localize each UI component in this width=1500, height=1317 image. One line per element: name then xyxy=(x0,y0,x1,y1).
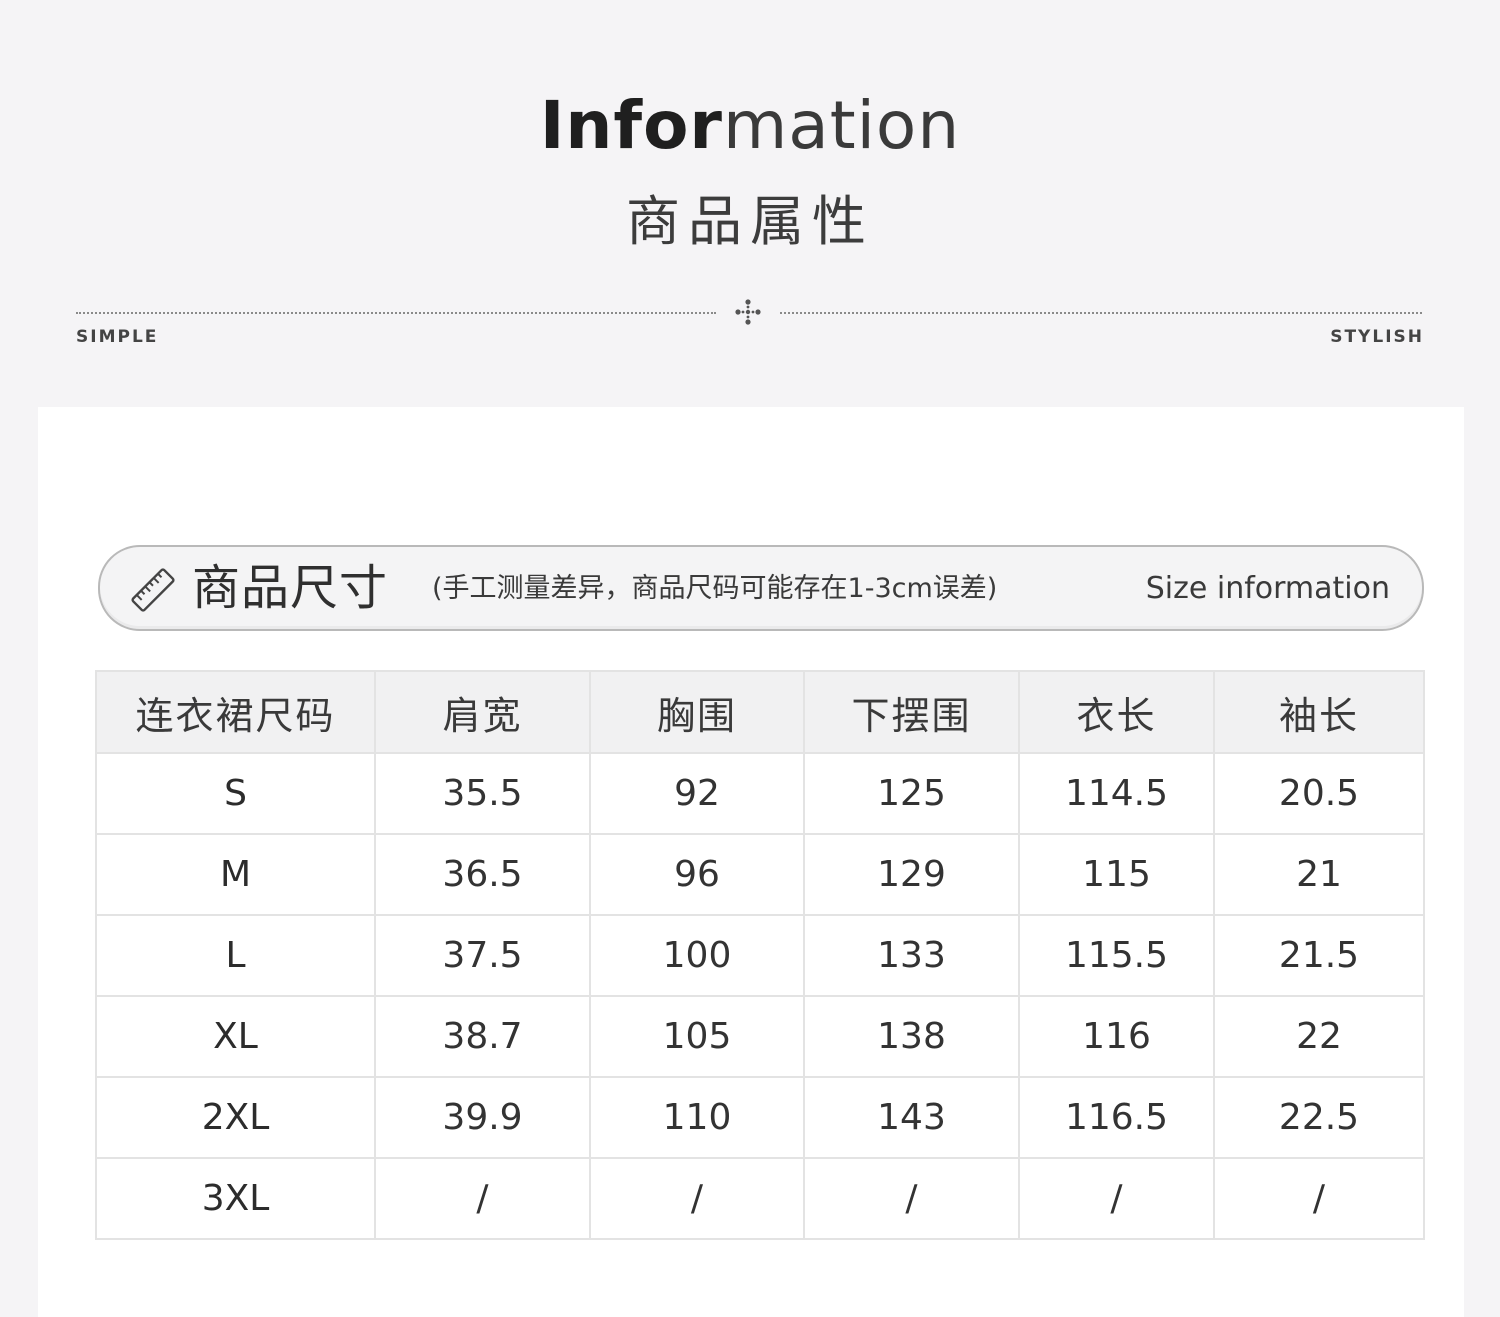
ruler-icon xyxy=(131,568,175,612)
page-title-en-light: mation xyxy=(722,87,961,164)
table-cell: / xyxy=(803,1157,1020,1240)
label-stylish: STYLISH xyxy=(1330,327,1424,347)
table-cell: S xyxy=(95,752,376,835)
table-cell: 35.5 xyxy=(374,752,591,835)
table-cell: 100 xyxy=(589,914,805,997)
table-cell: 133 xyxy=(803,914,1020,997)
divider-left xyxy=(76,312,716,314)
size-info-banner: 商品尺寸 (手工测量差异，商品尺码可能存在1-3cm误差) Size infor… xyxy=(98,545,1424,631)
table-row: M 36.5 96 129 115 21 xyxy=(95,833,1425,916)
banner-note: (手工测量差异，商品尺码可能存在1-3cm误差) xyxy=(432,573,998,604)
table-cell: / xyxy=(589,1157,805,1240)
table-cell: 21 xyxy=(1213,833,1425,916)
table-cell: 105 xyxy=(589,995,805,1078)
table-cell: 22.5 xyxy=(1213,1076,1425,1159)
header-length: 衣长 xyxy=(1018,670,1215,754)
table-row: 2XL 39.9 110 143 116.5 22.5 xyxy=(95,1076,1425,1159)
table-row: L 37.5 100 133 115.5 21.5 xyxy=(95,914,1425,997)
table-cell: 116.5 xyxy=(1018,1076,1215,1159)
size-table: 连衣裙尺码 肩宽 胸围 下摆围 衣长 袖长 S 35.5 92 125 114.… xyxy=(95,670,1425,1240)
table-cell: 129 xyxy=(803,833,1020,916)
header-size: 连衣裙尺码 xyxy=(95,670,376,754)
header-sleeve: 袖长 xyxy=(1213,670,1425,754)
table-cell: 125 xyxy=(803,752,1020,835)
table-cell: M xyxy=(95,833,376,916)
table-cell: 115.5 xyxy=(1018,914,1215,997)
table-cell: / xyxy=(1018,1157,1215,1240)
table-cell: / xyxy=(1213,1157,1425,1240)
table-row: S 35.5 92 125 114.5 20.5 xyxy=(95,752,1425,835)
table-cell: 2XL xyxy=(95,1076,376,1159)
table-cell: L xyxy=(95,914,376,997)
table-cell: 115 xyxy=(1018,833,1215,916)
table-cell: 36.5 xyxy=(374,833,591,916)
table-cell: 116 xyxy=(1018,995,1215,1078)
table-row: 3XL / / / / / xyxy=(95,1157,1425,1240)
banner-title: 商品尺寸 xyxy=(192,560,389,616)
table-cell: XL xyxy=(95,995,376,1078)
table-cell: 37.5 xyxy=(374,914,591,997)
banner-title-en: Size information xyxy=(1145,571,1390,606)
header-shoulder: 肩宽 xyxy=(374,670,591,754)
table-cell: 92 xyxy=(589,752,805,835)
header-hem: 下摆围 xyxy=(803,670,1020,754)
label-simple: SIMPLE xyxy=(76,327,159,347)
table-cell: 21.5 xyxy=(1213,914,1425,997)
table-row: XL 38.7 105 138 116 22 xyxy=(95,995,1425,1078)
table-cell: 110 xyxy=(589,1076,805,1159)
page-title-en: Information xyxy=(0,86,1500,166)
table-cell: 96 xyxy=(589,833,805,916)
table-cell: 38.7 xyxy=(374,995,591,1078)
table-cell: 3XL xyxy=(95,1157,376,1240)
table-cell: 138 xyxy=(803,995,1020,1078)
divider-right xyxy=(780,312,1422,314)
table-cell: 39.9 xyxy=(374,1076,591,1159)
page-title-en-bold: Infor xyxy=(539,87,723,164)
table-cell: 143 xyxy=(803,1076,1020,1159)
four-dot-diamond-icon xyxy=(735,299,761,325)
header-bust: 胸围 xyxy=(589,670,805,754)
page-title-cn: 商品属性 xyxy=(626,190,874,253)
table-cell: 20.5 xyxy=(1213,752,1425,835)
table-header-row: 连衣裙尺码 肩宽 胸围 下摆围 衣长 袖长 xyxy=(95,670,1425,754)
table-cell: 114.5 xyxy=(1018,752,1215,835)
table-cell: 22 xyxy=(1213,995,1425,1078)
table-cell: / xyxy=(374,1157,591,1240)
